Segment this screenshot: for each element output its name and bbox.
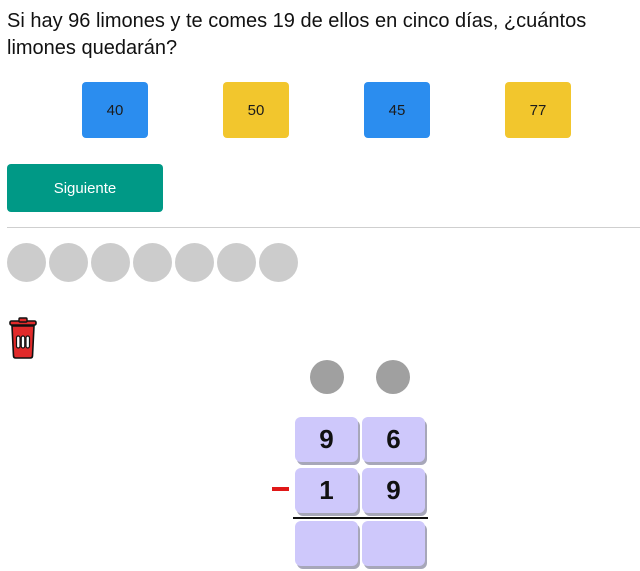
progress-dot (217, 243, 256, 282)
carry-slot-ones[interactable] (376, 360, 410, 394)
next-button[interactable]: Siguiente (7, 164, 163, 212)
minuend-tens-digit: 9 (295, 417, 358, 462)
progress-dot (7, 243, 46, 282)
trash-icon-graphic (9, 317, 37, 359)
progress-dot (259, 243, 298, 282)
progress-indicator (7, 243, 298, 282)
subtrahend-ones-digit: 9 (362, 468, 425, 513)
divider (7, 227, 640, 228)
carry-slot-tens[interactable] (310, 360, 344, 394)
progress-dot (133, 243, 172, 282)
result-ones-input[interactable] (362, 521, 425, 566)
trash-icon[interactable] (7, 317, 39, 359)
answer-option-4[interactable]: 77 (505, 82, 571, 138)
minus-sign (272, 487, 289, 491)
progress-dot (91, 243, 130, 282)
minuend-ones-digit: 6 (362, 417, 425, 462)
result-line (293, 517, 428, 519)
subtrahend-tens-digit: 1 (295, 468, 358, 513)
answer-option-1[interactable]: 40 (82, 82, 148, 138)
progress-dot (175, 243, 214, 282)
question-text: Si hay 96 limones y te comes 19 de ellos… (7, 10, 587, 59)
answer-option-3[interactable]: 45 (364, 82, 430, 138)
result-tens-input[interactable] (295, 521, 358, 566)
answer-option-2[interactable]: 50 (223, 82, 289, 138)
progress-dot (49, 243, 88, 282)
